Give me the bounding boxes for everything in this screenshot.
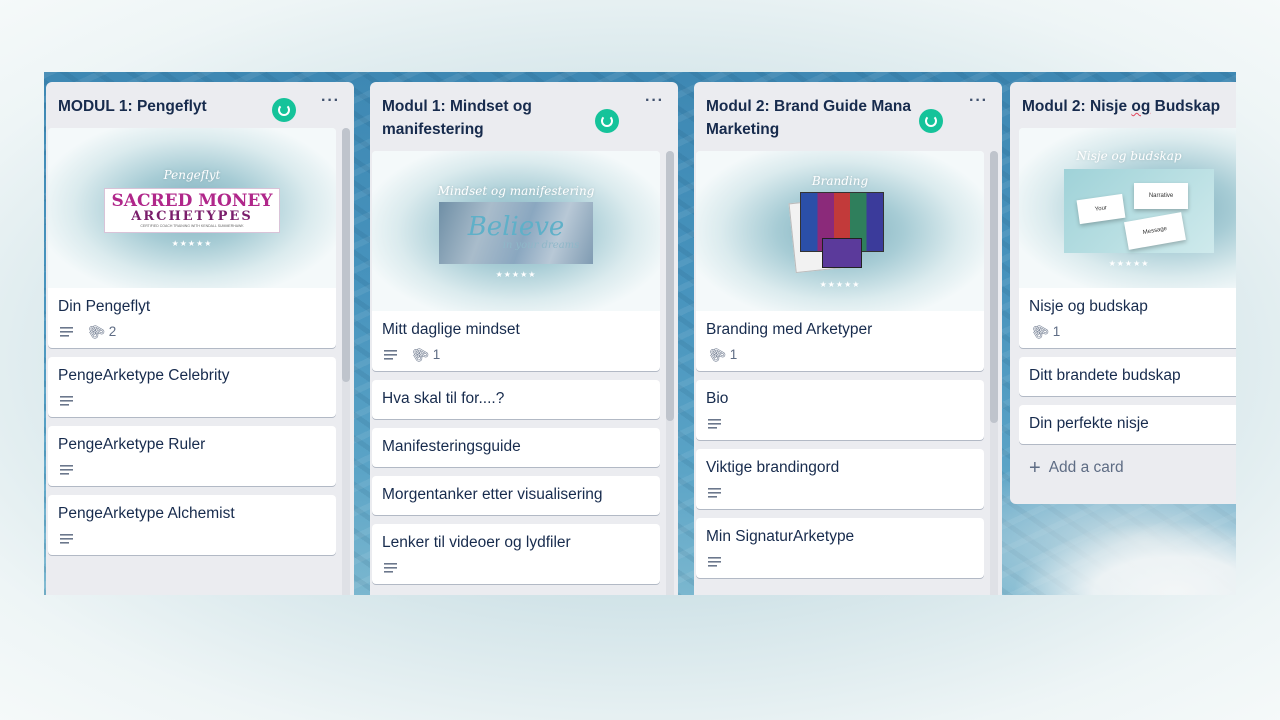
- card-pengearketype-ruler[interactable]: PengeArketype Ruler: [48, 426, 336, 486]
- card-title: Din perfekte nisje: [1029, 415, 1149, 432]
- card-title: Ditt brandete budskap: [1029, 367, 1181, 384]
- board: MODUL 1: Pengeflyt ··· Pengeflyt SACRED …: [44, 72, 1236, 595]
- card-title: Manifesteringsguide: [382, 438, 521, 455]
- list-modul-2-nisje: Modul 2: Nisje og Budskap Nisje og budsk…: [1010, 82, 1236, 504]
- list-menu-button[interactable]: ···: [969, 92, 988, 110]
- card-ditt-brandete-budskap[interactable]: Ditt brandete budskap: [1019, 357, 1236, 396]
- attachment-badge: 🖇 1: [1027, 319, 1061, 344]
- card-title: Mitt daglige mindset: [382, 321, 520, 338]
- list-modul-2-brand-guide: Modul 2: Brand Guide Mana Marketing ··· …: [694, 82, 1002, 595]
- plus-icon: +: [1029, 457, 1041, 479]
- paperclip-icon: 🖇: [83, 319, 108, 344]
- card-title: Morgentanker etter visualisering: [382, 486, 603, 503]
- cover-script-text: Branding: [811, 173, 869, 188]
- card-min-signaturarketype[interactable]: Min SignaturArketype: [696, 518, 984, 578]
- card-pengearketype-celebrity[interactable]: PengeArketype Celebrity: [48, 357, 336, 417]
- attachment-badge: 🖇 1: [407, 342, 441, 367]
- card-list: Mindset og manifestering Believe in your…: [372, 151, 660, 593]
- card-badges: 🖇 1: [1019, 318, 1236, 348]
- card-cover-image: Nisje og budskap Your Narrative Message …: [1019, 128, 1236, 288]
- rating-stars: ★★★★★: [1108, 258, 1150, 268]
- card-cover-image: Pengeflyt SACRED MONEY ARCHETYPES CERTIF…: [48, 128, 336, 288]
- card-cover-image: Mindset og manifestering Believe in your…: [372, 151, 660, 311]
- rating-stars: ★★★★★: [171, 239, 213, 248]
- paperclip-icon: 🖇: [1027, 319, 1052, 344]
- description-icon: [60, 395, 73, 406]
- description-icon: [384, 349, 397, 360]
- scrollbar[interactable]: [666, 151, 674, 595]
- paperclip-icon: 🖇: [407, 342, 432, 367]
- card-title: Nisje og budskap: [1029, 298, 1148, 315]
- list-title[interactable]: Modul 2: Nisje og Budskap: [1010, 82, 1236, 118]
- list-title[interactable]: MODUL 1: Pengeflyt: [46, 82, 354, 118]
- scrollbar-thumb[interactable]: [990, 151, 998, 423]
- description-icon: [708, 418, 721, 429]
- rating-stars: ★★★★★: [819, 279, 861, 289]
- card-title: Branding med Arketyper: [706, 321, 873, 338]
- add-a-card-button[interactable]: + Add a card: [1019, 453, 1236, 483]
- scrollbar[interactable]: [342, 128, 350, 595]
- attachment-badge: 🖇 2: [83, 319, 117, 344]
- list-menu-button[interactable]: ···: [321, 92, 340, 110]
- card-lenker-til-videoer[interactable]: Lenker til videoer og lydfiler: [372, 524, 660, 584]
- cover-script-text: Pengeflyt: [163, 168, 221, 182]
- card-mitt-daglige-mindset[interactable]: Mindset og manifestering Believe in your…: [372, 151, 660, 371]
- list-modul-1-pengeflyt: MODUL 1: Pengeflyt ··· Pengeflyt SACRED …: [46, 82, 354, 595]
- description-icon: [60, 464, 73, 475]
- card-bio[interactable]: Bio: [696, 380, 984, 440]
- card-morgentanker[interactable]: Morgentanker etter visualisering: [372, 476, 660, 515]
- narrative-cards-image: Your Narrative Message: [1064, 168, 1214, 253]
- description-icon: [708, 487, 721, 498]
- card-title: Din Pengeflyt: [58, 298, 151, 315]
- card-title: PengeArketype Ruler: [58, 436, 206, 453]
- paperclip-icon: 🖇: [704, 342, 729, 367]
- scrollbar[interactable]: [990, 151, 998, 595]
- list-title[interactable]: Modul 1: Mindset og manifestering: [370, 82, 678, 141]
- description-icon: [60, 533, 73, 544]
- card-nisje-og-budskap[interactable]: Nisje og budskap Your Narrative Message …: [1019, 128, 1236, 348]
- card-badges: 🖇 1: [696, 341, 984, 371]
- attachment-badge: 🖇 1: [704, 342, 738, 367]
- card-title: PengeArketype Celebrity: [58, 367, 230, 384]
- card-pengearketype-alchemist[interactable]: PengeArketype Alchemist: [48, 495, 336, 555]
- card-list: Pengeflyt SACRED MONEY ARCHETYPES CERTIF…: [48, 128, 336, 564]
- card-title: Bio: [706, 390, 729, 407]
- card-manifesteringsguide[interactable]: Manifesteringsguide: [372, 428, 660, 467]
- spellcheck-underline: og: [1131, 98, 1151, 115]
- archetype-cards-image: [788, 191, 888, 274]
- cover-script-text: Nisje og budskap: [1076, 148, 1182, 163]
- card-badges: 🖇 2: [48, 318, 336, 348]
- card-title: Viktige brandingord: [706, 459, 840, 476]
- card-title: PengeArketype Alchemist: [58, 505, 235, 522]
- list-modul-1-mindset: Modul 1: Mindset og manifestering ··· Mi…: [370, 82, 678, 595]
- grammarly-icon[interactable]: [272, 98, 296, 122]
- card-badges: 🖇 1: [372, 341, 660, 371]
- card-list: Nisje og budskap Your Narrative Message …: [1019, 128, 1236, 483]
- grammarly-icon[interactable]: [919, 109, 943, 133]
- list-menu-button[interactable]: ···: [645, 92, 664, 110]
- description-icon: [708, 556, 721, 567]
- grammarly-icon[interactable]: [595, 109, 619, 133]
- rating-stars: ★★★★★: [495, 269, 537, 279]
- card-title: Hva skal til for....?: [382, 390, 505, 407]
- believe-banner-image: Believe in your dreams: [439, 201, 593, 264]
- description-icon: [60, 326, 73, 337]
- sacred-money-logo: SACRED MONEY ARCHETYPES CERTIFIED COACH …: [104, 188, 280, 233]
- card-title: Lenker til videoer og lydfiler: [382, 534, 571, 551]
- card-din-perfekte-nisje[interactable]: Din perfekte nisje: [1019, 405, 1236, 444]
- card-list: Branding ★★★★★ Branding med Arketyper 🖇 1…: [696, 151, 984, 587]
- card-cover-image: Branding ★★★★★: [696, 151, 984, 311]
- card-branding-med-arketyper[interactable]: Branding ★★★★★ Branding med Arketyper 🖇 1: [696, 151, 984, 371]
- card-title: Min SignaturArketype: [706, 528, 855, 545]
- description-icon: [384, 562, 397, 573]
- scrollbar-thumb[interactable]: [342, 128, 350, 382]
- card-viktige-brandingord[interactable]: Viktige brandingord: [696, 449, 984, 509]
- cover-script-text: Mindset og manifestering: [437, 183, 595, 198]
- card-hva-skal-til-for[interactable]: Hva skal til for....?: [372, 380, 660, 419]
- list-title[interactable]: Modul 2: Brand Guide Mana Marketing: [694, 82, 1002, 141]
- scrollbar-thumb[interactable]: [666, 151, 674, 421]
- card-din-pengeflyt[interactable]: Pengeflyt SACRED MONEY ARCHETYPES CERTIF…: [48, 128, 336, 348]
